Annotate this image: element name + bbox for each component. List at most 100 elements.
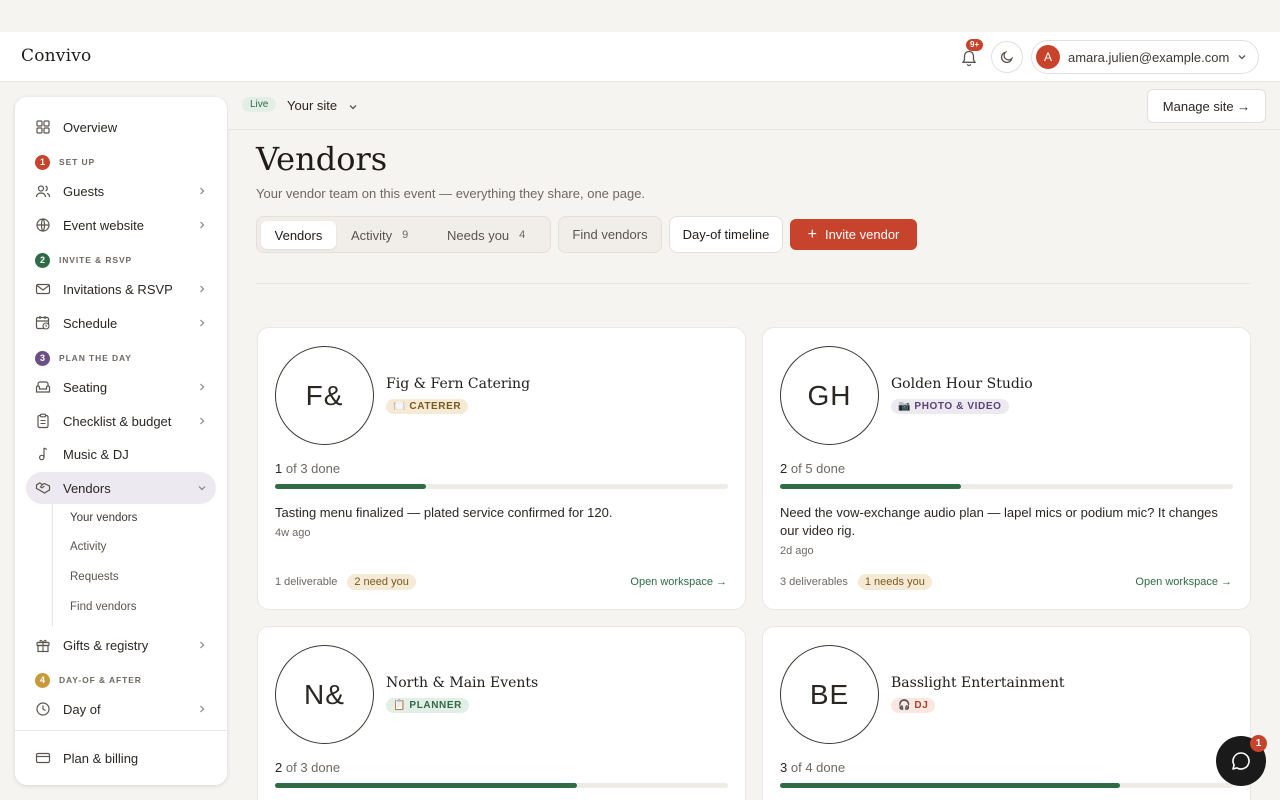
message-text: Tasting menu finalized — plated service … xyxy=(275,505,613,520)
sidebar-item-music-dj[interactable]: Music & DJ xyxy=(26,438,216,470)
sidebar-item-vendors[interactable]: Vendors xyxy=(26,472,216,504)
subnav-requests[interactable]: Requests xyxy=(70,571,119,583)
brand-logo[interactable]: Convivo xyxy=(21,46,91,66)
sidebar-item-label: Vendors xyxy=(63,480,111,496)
section-label: PLAN THE DAY xyxy=(59,353,132,363)
progress-fill xyxy=(780,484,962,489)
user-email: amara.julien@example.com xyxy=(1068,49,1230,65)
message-text: Need the vow-exchange audio plan — lapel… xyxy=(780,505,1218,538)
vendor-card[interactable]: BE Basslight Entertainment 🎧 DJ 3 of 4 d… xyxy=(762,626,1251,800)
vendor-monogram: N& xyxy=(275,645,374,744)
tab-count: 4 xyxy=(519,229,526,241)
vendor-category-badge: 📋 PLANNER xyxy=(386,698,469,713)
section-label: SET UP xyxy=(59,157,96,167)
invite-vendor-button[interactable]: + Invite vendor xyxy=(790,219,917,250)
latest-message: Tasting menu finalized — plated service … xyxy=(275,504,730,542)
chevron-down-icon[interactable] xyxy=(348,102,358,112)
vendor-monogram: F& xyxy=(275,346,374,445)
vendor-card[interactable]: GH Golden Hour Studio 📷 PHOTO & VIDEO 2 … xyxy=(762,327,1251,610)
manage-site-button[interactable]: Manage site → xyxy=(1147,89,1266,123)
grid-icon xyxy=(36,120,50,134)
sidebar-item-label: Event website xyxy=(63,217,144,233)
chat-unread-badge: 1 xyxy=(1250,735,1267,752)
vendor-category-badge: 📷 PHOTO & VIDEO xyxy=(891,399,1009,414)
subnav-find-vendors[interactable]: Find vendors xyxy=(70,601,136,613)
message-timestamp: 4w ago xyxy=(275,527,311,539)
chevron-right-icon xyxy=(200,221,205,229)
tab-activity[interactable]: Activity 9 xyxy=(351,221,421,249)
chevron-down-icon xyxy=(1238,55,1246,60)
vendor-name: Golden Hour Studio xyxy=(891,376,1033,392)
site-status-badge: Live xyxy=(242,97,277,112)
deliverables-count: 3 deliverables xyxy=(780,576,848,588)
vendor-category-badge: 🎧 DJ xyxy=(891,698,936,713)
day-of-timeline-button[interactable]: Day-of timeline xyxy=(669,216,783,253)
avatar: A xyxy=(1036,45,1060,69)
tab-label: Needs you xyxy=(447,227,510,243)
sidebar-item-day-of[interactable]: Day of xyxy=(26,693,216,725)
sidebar-item-label: Schedule xyxy=(63,315,118,331)
step-number-badge: 1 xyxy=(35,154,50,170)
sidebar-item-guests[interactable]: Guests xyxy=(26,175,216,207)
sidebar-item-label: Invitations & RSVP xyxy=(63,281,173,297)
subnav-your-vendors[interactable]: Your vendors xyxy=(70,512,137,524)
sidebar-item-seating[interactable]: Seating xyxy=(26,371,216,403)
page-title: Vendors xyxy=(256,140,388,178)
section-header-invite-rsvp: 2 INVITE & RSVP xyxy=(35,252,132,268)
needs-you-badge: 1 needs you xyxy=(857,574,932,590)
progress-bar xyxy=(780,783,1233,788)
step-number-badge: 2 xyxy=(35,252,50,268)
sidebar-item-label: Plan & billing xyxy=(63,750,139,766)
open-workspace-link[interactable]: Open workspace → xyxy=(1135,576,1232,588)
globe-icon xyxy=(36,218,50,232)
vendor-category-badge: 🍽️ CATERER xyxy=(386,399,469,414)
progress-total: 3 xyxy=(300,760,308,775)
account-menu-button[interactable]: A amara.julien@example.com xyxy=(1031,40,1259,74)
step-number-badge: 4 xyxy=(35,672,50,688)
sidebar-item-event-website[interactable]: Event website xyxy=(26,209,216,241)
section-header-day-of-after: 4 DAY-OF & AFTER xyxy=(35,672,142,688)
sidebar-item-checklist-budget[interactable]: Checklist & budget xyxy=(26,405,216,437)
tab-vendors[interactable]: Vendors xyxy=(261,221,336,249)
sidebar-item-label: Checklist & budget xyxy=(63,413,172,429)
vendor-name: Basslight Entertainment xyxy=(891,675,1065,691)
sidebar-item-overview[interactable]: Overview xyxy=(26,111,216,143)
needs-you-badge: 2 need you xyxy=(347,574,416,590)
handshake-icon xyxy=(35,482,51,494)
progress-total: 4 xyxy=(805,760,813,775)
chevron-right-icon xyxy=(200,417,205,425)
vendor-monogram: BE xyxy=(780,645,879,744)
open-workspace-link[interactable]: Open workspace → xyxy=(630,576,727,588)
subnav-activity[interactable]: Activity xyxy=(70,541,106,553)
plus-icon: + xyxy=(807,225,817,243)
tab-count: 9 xyxy=(402,229,409,241)
chevron-right-icon xyxy=(200,285,205,293)
vendor-card[interactable]: F& Fig & Fern Catering 🍽️ CATERER 1 of 3… xyxy=(257,327,746,610)
calendar-clock-icon xyxy=(35,316,50,330)
chevron-right-icon xyxy=(200,641,205,649)
tab-needs-you[interactable]: Needs you 4 xyxy=(447,221,542,249)
site-selector[interactable]: Your site xyxy=(287,98,337,113)
bell-icon xyxy=(961,50,977,67)
vendor-monogram: GH xyxy=(780,346,879,445)
progress-fill xyxy=(780,783,1120,788)
card-footer: 3 deliverables 1 needs you xyxy=(780,574,932,590)
chat-bubble-icon xyxy=(1232,752,1250,770)
sidebar-item-invitations[interactable]: Invitations & RSVP xyxy=(26,273,216,305)
users-icon xyxy=(35,185,51,198)
deliverables-count: 1 deliverable xyxy=(275,576,338,588)
sidebar-item-plan-billing[interactable]: Plan & billing xyxy=(26,742,216,774)
vendor-card[interactable]: N& North & Main Events 📋 PLANNER 2 of 3 … xyxy=(257,626,746,800)
progress-label: 3 of 4 done xyxy=(780,760,846,775)
sidebar-item-label: Gifts & registry xyxy=(63,637,149,653)
progress-total: 5 xyxy=(805,461,813,476)
sidebar-item-schedule[interactable]: Schedule xyxy=(26,307,216,339)
sidebar-item-label: Guests xyxy=(63,183,105,199)
chevron-right-icon xyxy=(200,187,205,195)
card-footer: 1 deliverable 2 need you xyxy=(275,574,416,590)
sidebar-item-gifts-registry[interactable]: Gifts & registry xyxy=(26,629,216,661)
subnav-guide-line xyxy=(52,504,53,626)
credit-card-icon xyxy=(35,752,51,764)
theme-toggle-button[interactable] xyxy=(991,41,1023,73)
find-vendors-button[interactable]: Find vendors xyxy=(558,216,662,253)
